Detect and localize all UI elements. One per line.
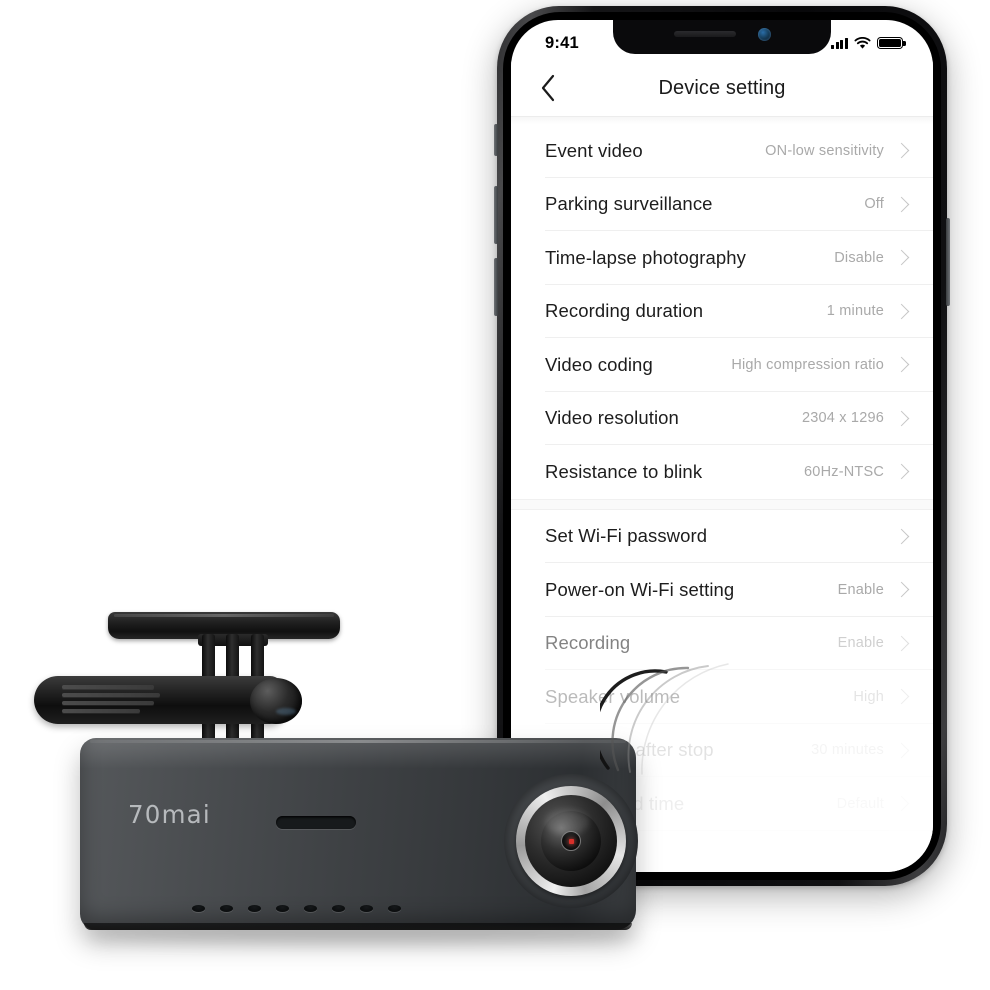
chevron-right-icon: [893, 356, 910, 373]
rear-vent-arm: [34, 676, 284, 724]
list-item[interactable]: Video resolution 2304 x 1296: [511, 392, 933, 445]
list-item[interactable]: Parking surveillance Off: [511, 178, 933, 231]
dashcam-body: 70mai: [80, 738, 638, 930]
list-item-label: Parking surveillance: [545, 193, 713, 215]
list-item-label: Event video: [545, 139, 643, 161]
list-item-label: Video resolution: [545, 407, 679, 429]
vent-slot: [62, 701, 154, 705]
list-item[interactable]: Time-lapse photography Disable: [511, 231, 933, 285]
page-title: Device setting: [658, 76, 786, 99]
chevron-right-icon: [893, 742, 910, 759]
body-top-highlight: [90, 740, 626, 743]
list-item-value: High compression ratio: [731, 356, 884, 373]
red-indicator-dot: [569, 839, 574, 844]
list-item-label: Set Wi-Fi password: [545, 525, 708, 547]
list-item-value: 2304 x 1296: [801, 410, 884, 427]
chevron-right-icon: [893, 581, 910, 598]
sound-wave-icon: [600, 663, 729, 775]
list-item-value: Enable: [837, 635, 884, 652]
list-item[interactable]: Resistance to blink 60Hz-NTSC: [511, 445, 933, 499]
signal-bars-icon: [831, 37, 848, 49]
lens-housing: [504, 774, 638, 908]
chevron-right-icon: [893, 142, 910, 159]
volume-up-button[interactable]: [494, 186, 498, 244]
lens-barrel: [525, 795, 617, 887]
list-group-gap: [511, 498, 933, 510]
earpiece-speaker-icon: [673, 31, 736, 37]
scene: 9:41 Device setting Event video ON-low s…: [0, 0, 990, 990]
notch: [613, 20, 831, 54]
nav-divider: [511, 116, 933, 117]
chevron-right-icon: [893, 303, 910, 320]
brand-logo: 70mai: [128, 800, 211, 829]
list-item-label: Recording duration: [545, 300, 704, 322]
vent-slot: [62, 685, 154, 689]
chevron-right-icon: [893, 463, 910, 480]
chevron-right-icon: [893, 410, 910, 427]
mute-switch[interactable]: [494, 124, 498, 156]
list-item-value: Default: [836, 795, 884, 812]
chevron-right-icon: [893, 249, 910, 266]
chevron-right-icon: [893, 528, 910, 545]
list-item-label: Resistance to blink: [545, 460, 703, 482]
dashcam-device: 70mai: [18, 596, 658, 946]
microphone-slot: [276, 816, 356, 829]
power-button[interactable]: [946, 218, 950, 306]
lens-reflection: [545, 809, 589, 835]
chevron-right-icon: [893, 635, 910, 652]
vent-slot: [62, 709, 140, 713]
ball-joint-highlight: [276, 708, 296, 715]
vent-slot: [62, 693, 160, 697]
list-item-value: ON-low sensitivity: [765, 142, 884, 159]
list-item[interactable]: Event video ON-low sensitivity: [511, 124, 933, 178]
chevron-left-icon: [541, 74, 555, 102]
nav-shadow: [511, 117, 933, 124]
list-item-value: 30 minutes: [811, 742, 884, 759]
navigation-bar: Device setting: [511, 60, 933, 116]
list-item-value: 1 minute: [826, 303, 884, 320]
list-item[interactable]: Set Wi-Fi password: [511, 510, 933, 563]
list-item-value: 60Hz-NTSC: [804, 463, 884, 480]
wifi-icon: [854, 36, 871, 49]
list-item-value: Off: [864, 196, 884, 213]
front-camera-icon: [757, 27, 771, 41]
volume-down-button[interactable]: [494, 258, 498, 316]
back-button[interactable]: [531, 71, 565, 105]
status-time: 9:41: [545, 33, 579, 52]
list-item-value: High: [853, 688, 884, 705]
chevron-right-icon: [893, 688, 910, 705]
list-item-label: Video coding: [545, 353, 653, 375]
list-item-value: Enable: [837, 581, 884, 598]
chevron-right-icon: [893, 196, 910, 213]
ball-joint: [250, 678, 302, 724]
list-item[interactable]: Recording duration 1 minute: [511, 285, 933, 338]
list-item-value: Disable: [834, 249, 884, 266]
body-bottom-edge: [84, 923, 632, 930]
lens-metal-ring: [516, 786, 626, 896]
list-item[interactable]: Video coding High compression ratio: [511, 338, 933, 392]
chevron-right-icon: [893, 795, 910, 812]
status-indicators: [831, 36, 906, 50]
battery-full-icon: [877, 36, 906, 50]
list-item-label: Time-lapse photography: [545, 246, 747, 268]
speaker-holes: [192, 905, 401, 912]
